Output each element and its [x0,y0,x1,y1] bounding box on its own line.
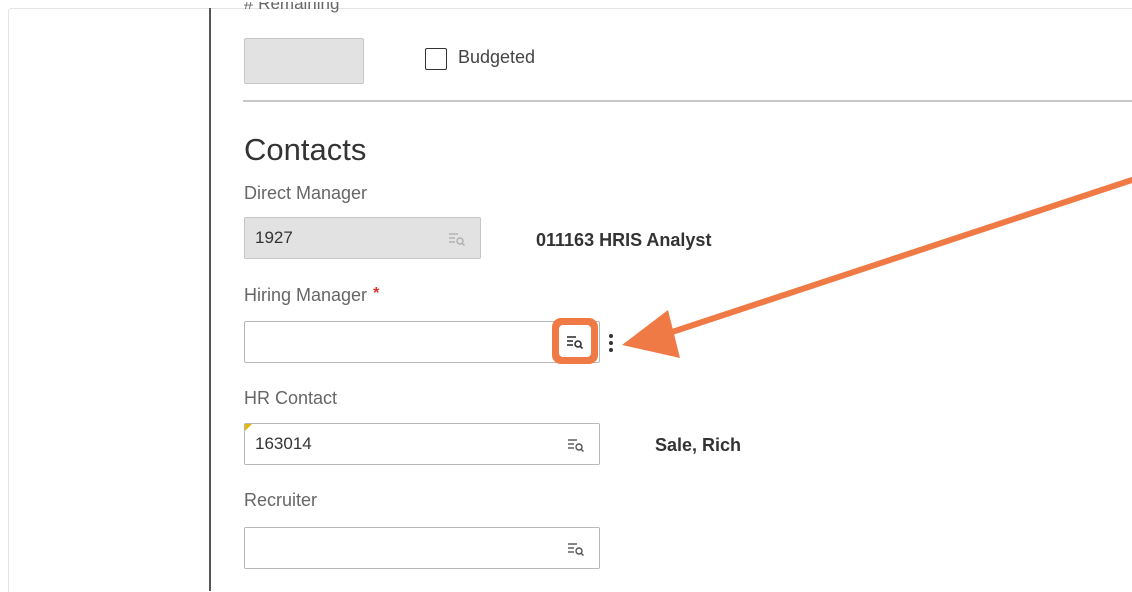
lookup-icon[interactable] [567,541,585,557]
budgeted-checkbox[interactable] [425,48,447,70]
lookup-icon [449,233,465,246]
lookup-icon[interactable] [567,437,585,453]
required-indicator: * [373,285,380,302]
form-panel [8,8,1132,592]
remaining-label: # Remaining [244,2,340,13]
lookup-button-inner [557,323,593,359]
direct-manager-label: Direct Manager [244,183,368,203]
hiring-manager-label-text: Hiring Manager [244,285,368,305]
left-rail-divider [209,8,211,591]
recruiter-label: Recruiter [244,490,318,510]
direct-manager-value: 1927 [255,228,293,247]
hr-contact-input[interactable]: 163014 [244,423,600,465]
section-divider [243,100,1132,102]
hr-contact-label: HR Contact [244,388,338,408]
direct-manager-field: 1927 [244,217,481,259]
section-title: Contacts [244,132,367,167]
remaining-field [244,38,364,84]
hr-contact-description: Sale, Rich [655,435,742,455]
changed-indicator [245,424,252,431]
lookup-icon [567,336,584,350]
hr-contact-value: 163014 [255,434,312,453]
hiring-manager-input[interactable] [244,321,600,363]
hiring-manager-label: Hiring Manager * [244,285,379,306]
direct-manager-description: 011163 HRIS Analyst [536,230,712,250]
budgeted-label[interactable]: Budgeted [458,47,535,68]
hiring-manager-lookup-button[interactable] [552,318,598,364]
recruiter-input[interactable] [244,527,600,569]
kebab-menu-icon[interactable] [608,334,614,354]
